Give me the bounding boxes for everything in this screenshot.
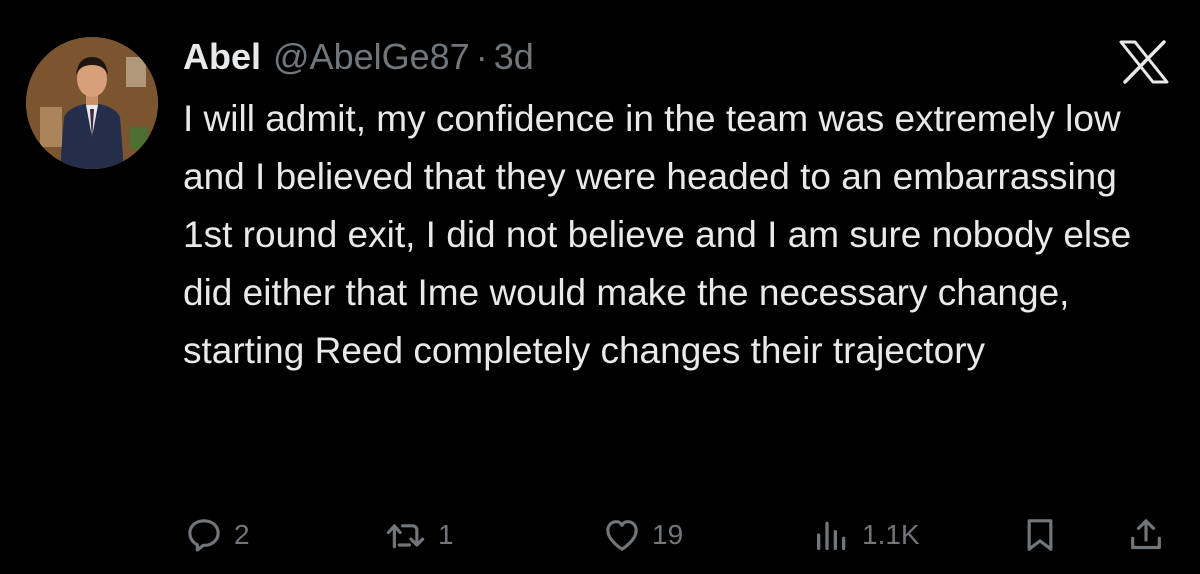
avatar-image — [26, 37, 158, 169]
bookmark-button[interactable] — [1020, 510, 1060, 560]
share-icon — [1126, 515, 1166, 555]
reply-icon — [184, 515, 224, 555]
avatar[interactable] — [26, 37, 158, 169]
views-button[interactable]: 1.1K — [812, 510, 920, 560]
reply-button[interactable]: 2 — [184, 510, 250, 560]
author-name[interactable]: Abel — [183, 36, 261, 78]
action-bar: 2 1 19 1.1K — [0, 510, 1200, 560]
x-logo-icon — [1118, 40, 1170, 84]
views-icon — [812, 515, 852, 555]
share-button[interactable] — [1126, 510, 1166, 560]
heart-icon — [602, 515, 642, 555]
tweet-card: Abel @AbelGe87 · 3d I will admit, my con… — [0, 0, 1200, 574]
retweet-icon — [384, 515, 428, 555]
reply-count: 2 — [234, 519, 250, 550]
timestamp[interactable]: 3d — [494, 36, 534, 78]
tweet-text: I will admit, my confidence in the team … — [183, 98, 1132, 371]
retweet-count: 1 — [438, 519, 454, 550]
separator-dot: · — [475, 36, 488, 77]
views-count: 1.1K — [862, 519, 920, 550]
tweet-header: Abel @AbelGe87 · 3d — [183, 36, 534, 78]
like-count: 19 — [652, 519, 684, 550]
bookmark-icon — [1020, 515, 1060, 555]
like-button[interactable]: 19 — [602, 510, 683, 560]
retweet-button[interactable]: 1 — [384, 510, 454, 560]
author-handle[interactable]: @AbelGe87 — [273, 36, 470, 78]
